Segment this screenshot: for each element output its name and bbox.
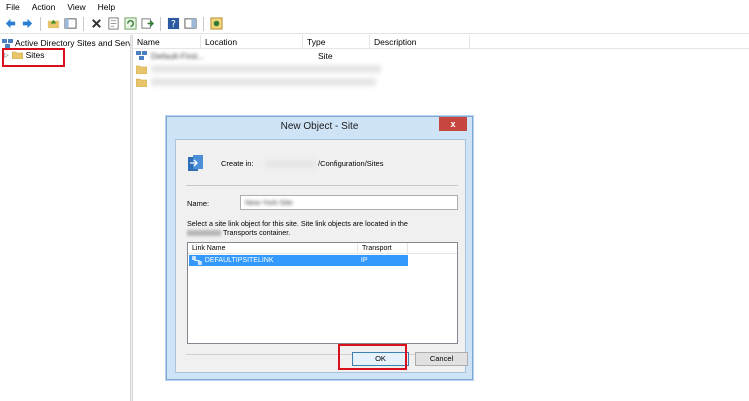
properties-icon[interactable] [107, 17, 121, 31]
cancel-button[interactable]: Cancel [415, 352, 468, 366]
close-button[interactable]: x [439, 117, 467, 131]
menu-action[interactable]: Action [26, 0, 62, 14]
delete-icon[interactable] [90, 17, 104, 31]
dialog-body: Create in: /Configuration/Sites Name: Ne… [175, 139, 468, 373]
dialog-title: New Object - Site [280, 121, 359, 132]
console-tree: Active Directory Sites and Servic ▷ Site… [0, 35, 130, 401]
site-link-icon [192, 256, 202, 265]
list-row-type: Site [318, 51, 333, 61]
site-object-icon [188, 155, 203, 171]
svg-text:?: ? [171, 19, 176, 30]
divider [186, 185, 458, 186]
list-row-name: Default-First... [151, 51, 205, 61]
site-link-instructions: Select a site link object for this site.… [187, 219, 459, 237]
redacted-text [151, 78, 376, 86]
back-icon[interactable] [4, 17, 18, 31]
info-line-2: Transports container. [223, 228, 291, 237]
site-link-table-header: Link Name Transport [188, 243, 457, 254]
tree-root-node[interactable]: Active Directory Sites and Servic [2, 38, 130, 48]
toolbar-separator [83, 16, 84, 31]
export-list-icon[interactable] [141, 17, 155, 31]
create-in-path: /Configuration/Sites [266, 159, 383, 168]
list-header: Name Location Type Description [133, 35, 749, 49]
column-link-name[interactable]: Link Name [188, 243, 358, 253]
menu-help[interactable]: Help [92, 0, 121, 14]
toolbar-separator [203, 16, 204, 31]
site-link-name: DEFAULTIPSITELINK [204, 257, 274, 264]
column-description[interactable]: Description [370, 35, 470, 49]
tree-root-label: Active Directory Sites and Servic [15, 38, 130, 48]
list-row[interactable] [133, 63, 381, 75]
toolbar-separator [40, 16, 41, 31]
info-line-1: Select a site link object for this site.… [187, 219, 408, 228]
redacted-text [187, 230, 221, 237]
refresh-icon[interactable] [124, 17, 138, 31]
help-icon[interactable]: ? [167, 17, 181, 31]
menu-bar: File Action View Help [0, 0, 749, 14]
redacted-text [266, 159, 316, 168]
column-type[interactable]: Type [303, 35, 370, 49]
folder-icon [136, 65, 147, 74]
new-object-site-dialog: New Object - Site x Create in: /Configur… [166, 116, 473, 380]
name-label: Name: [187, 199, 210, 208]
menu-file[interactable]: File [0, 0, 26, 14]
site-link-table[interactable]: Link Name Transport DEFAULTIPSITELINK IP [187, 242, 458, 344]
folder-icon [136, 78, 147, 87]
toolbar: ? [0, 14, 749, 34]
up-folder-icon[interactable] [47, 17, 61, 31]
list-row[interactable]: Default-First... Site [133, 50, 333, 62]
toolbar-separator [160, 16, 161, 31]
create-in-label: Create in: [221, 159, 254, 168]
column-location[interactable]: Location [201, 35, 303, 49]
column-name[interactable]: Name [133, 35, 201, 49]
forward-icon[interactable] [21, 17, 35, 31]
list-row[interactable] [133, 76, 376, 88]
menu-view[interactable]: View [61, 0, 91, 14]
sites-highlight-box [2, 48, 65, 67]
ok-highlight-box [338, 344, 407, 370]
site-icon [136, 51, 147, 60]
sites-and-services-icon [2, 39, 13, 48]
action-pane-icon[interactable] [184, 17, 198, 31]
column-transport[interactable]: Transport [358, 243, 408, 253]
site-link-transport: IP [360, 257, 368, 264]
redacted-text [151, 65, 381, 73]
site-name-value: New-York-Site [245, 198, 293, 207]
create-in-path-text: /Configuration/Sites [318, 159, 384, 168]
site-link-row[interactable]: DEFAULTIPSITELINK IP [189, 255, 408, 266]
new-site-icon[interactable] [210, 17, 224, 31]
show-hide-tree-icon[interactable] [64, 17, 78, 31]
site-name-input[interactable]: New-York-Site [240, 195, 458, 210]
